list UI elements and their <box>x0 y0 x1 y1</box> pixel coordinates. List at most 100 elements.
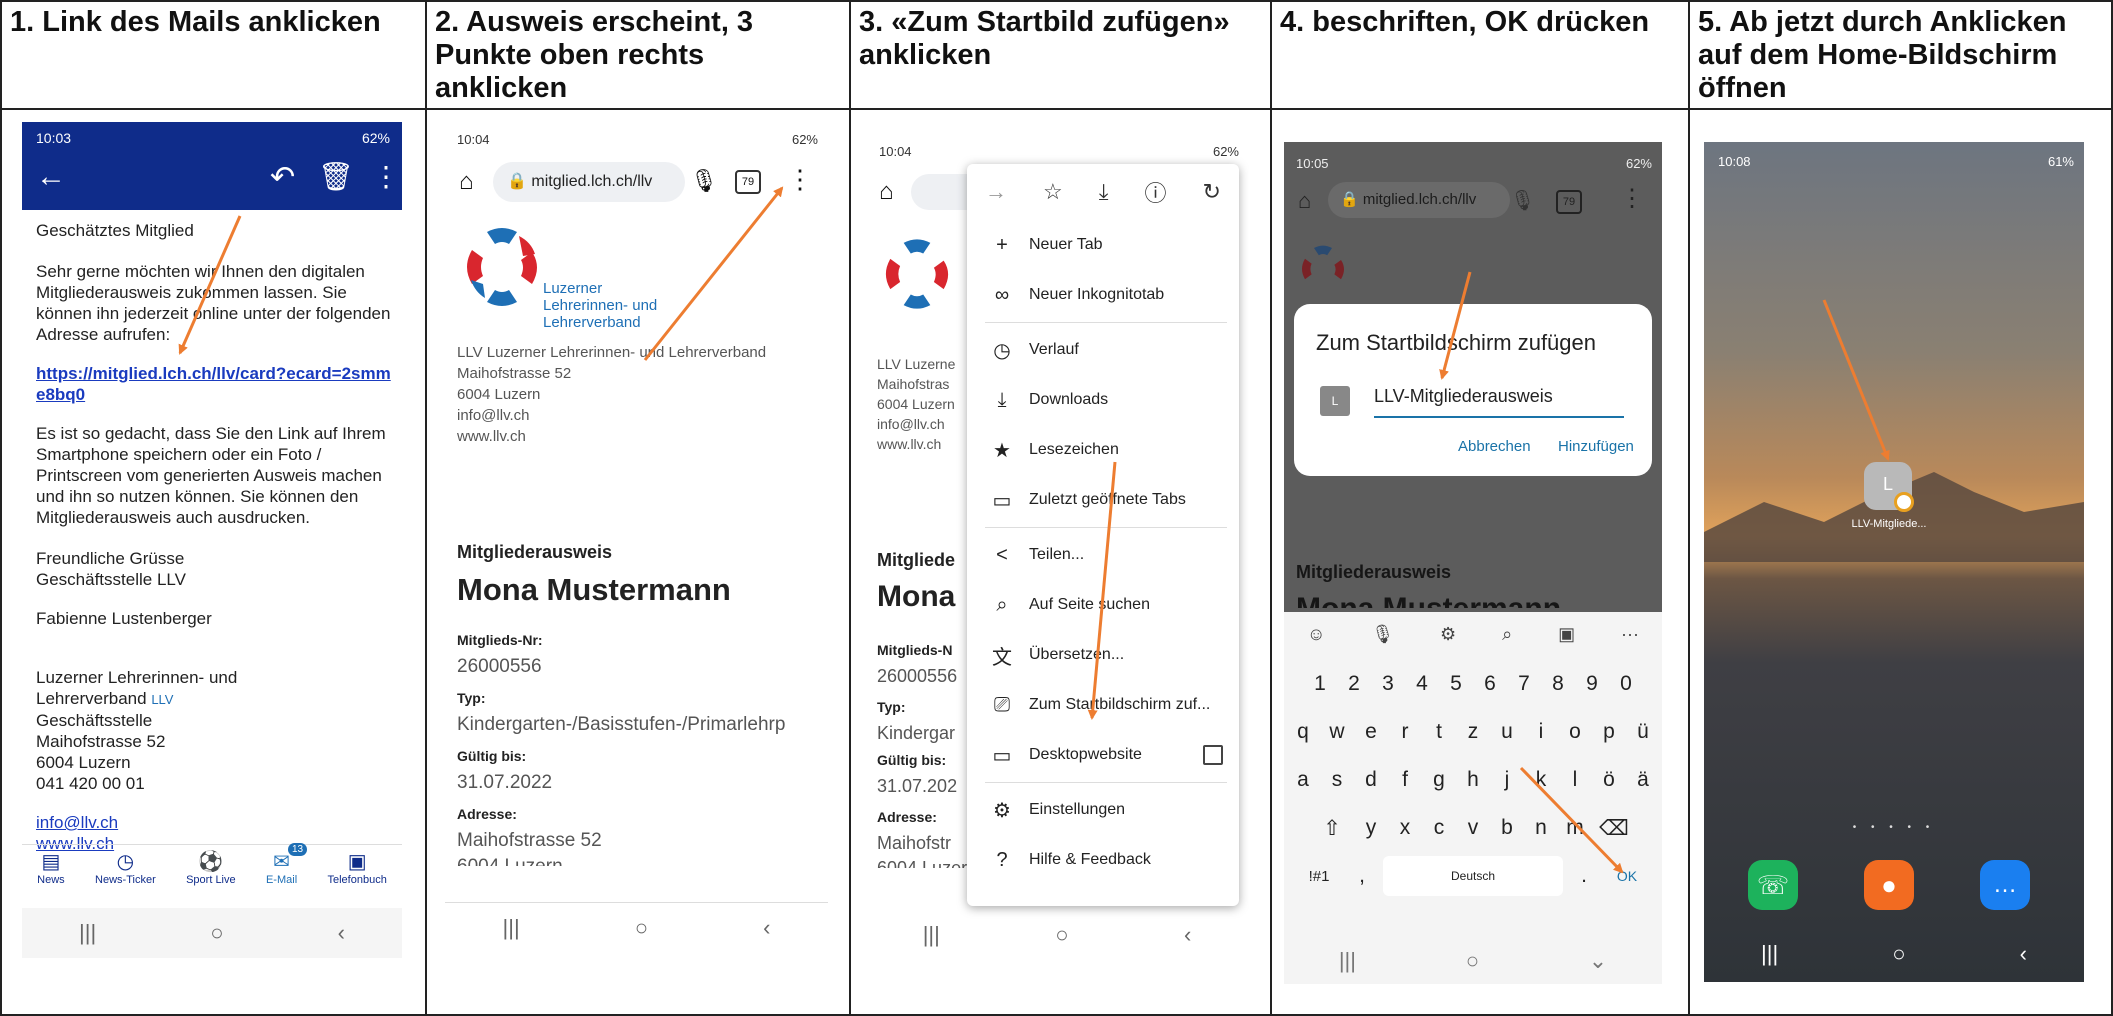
keyboard-key[interactable]: u <box>1492 712 1522 752</box>
recents-icon[interactable]: ||| <box>503 915 520 941</box>
keyboard-key[interactable]: l <box>1560 760 1590 800</box>
keyboard-key[interactable]: ä <box>1628 760 1658 800</box>
home-icon[interactable]: ○ <box>210 920 223 946</box>
tab-count-icon[interactable]: 79 <box>735 170 761 194</box>
recents-icon[interactable]: ||| <box>923 922 940 948</box>
keyboard-key[interactable]: t <box>1424 712 1454 752</box>
desktop-checkbox[interactable] <box>1203 745 1223 765</box>
menu-item-find[interactable]: ⌕ Auf Seite suchen <box>985 580 1239 630</box>
keyboard-key[interactable]: y <box>1356 808 1386 848</box>
menu-item-add-to-home[interactable]: ⎚ Zum Startbildschirm zuf... <box>985 680 1239 730</box>
info-icon[interactable]: ⓘ <box>1145 176 1167 208</box>
mic-icon[interactable]: 🎙 <box>690 168 718 194</box>
home-icon[interactable]: ⌂ <box>879 178 894 206</box>
cancel-button[interactable]: Abbrechen <box>1458 438 1531 455</box>
menu-item-translate[interactable]: 文 Übersetzen... <box>985 630 1239 680</box>
keyboard-key[interactable]: 3 <box>1373 664 1403 704</box>
back-icon[interactable]: ‹ <box>763 915 770 941</box>
clipboard-icon[interactable]: ▣ <box>1558 624 1575 645</box>
hide-keyboard-icon[interactable]: ⌄ <box>1589 948 1607 974</box>
keyboard-key[interactable]: c <box>1424 808 1454 848</box>
mic-icon[interactable]: 🎙 <box>1510 188 1535 213</box>
keyboard-key[interactable]: x <box>1390 808 1420 848</box>
shift-key-icon[interactable]: ⇧ <box>1312 808 1352 848</box>
tab-count-icon[interactable]: 79 <box>1556 190 1582 214</box>
keyboard-key[interactable]: m <box>1560 808 1590 848</box>
keyboard-key[interactable]: n <box>1526 808 1556 848</box>
backspace-key-icon[interactable]: ⌫ <box>1594 808 1634 848</box>
mail-email-link[interactable]: info@llv.ch <box>36 812 392 833</box>
keyboard-key[interactable]: ö <box>1594 760 1624 800</box>
more-vert-icon[interactable]: ⋮ <box>787 164 813 195</box>
menu-item-desktop-site[interactable]: ▭ Desktopwebsite <box>985 730 1239 780</box>
emoji-icon[interactable]: ☺ <box>1307 624 1325 645</box>
home-icon[interactable]: ○ <box>1466 948 1479 974</box>
keyboard-key[interactable]: r <box>1390 712 1420 752</box>
keyboard-key[interactable]: o <box>1560 712 1590 752</box>
tab-sport-live[interactable]: ⚽ Sport Live <box>186 849 236 905</box>
keyboard-key[interactable]: z <box>1458 712 1488 752</box>
keyboard-key[interactable]: w <box>1322 712 1352 752</box>
trash-icon[interactable]: 🗑 <box>318 160 354 193</box>
menu-item-settings[interactable]: ⚙ Einstellungen <box>985 785 1239 835</box>
more-icon[interactable]: ··· <box>1621 624 1639 645</box>
keyboard-key[interactable]: 6 <box>1475 664 1505 704</box>
keyboard-key[interactable]: 0 <box>1611 664 1641 704</box>
keyboard-key[interactable]: q <box>1288 712 1318 752</box>
url-bar[interactable]: 🔒 mitglied.lch.ch/llv <box>493 162 685 202</box>
menu-item-incognito[interactable]: ∞ Neuer Inkognitotab <box>985 270 1239 320</box>
home-icon[interactable]: ⌂ <box>459 168 474 196</box>
recents-icon[interactable]: ||| <box>1761 941 1778 967</box>
keyboard-key[interactable]: e <box>1356 712 1386 752</box>
download-icon[interactable]: ⤓ <box>1099 179 1109 205</box>
refresh-icon[interactable]: ↻ <box>1203 179 1221 205</box>
keyboard-key[interactable]: g <box>1424 760 1454 800</box>
space-key[interactable]: Deutsch <box>1383 856 1563 896</box>
tab-phonebook[interactable]: ▣ Telefonbuch <box>327 849 386 905</box>
menu-item-bookmarks[interactable]: ★ Lesezeichen <box>985 425 1239 475</box>
search-icon[interactable]: ⌕ <box>1502 624 1512 645</box>
add-button[interactable]: Hinzufügen <box>1558 438 1634 455</box>
tab-news[interactable]: ▤ News <box>37 849 65 905</box>
keyboard-key[interactable]: v <box>1458 808 1488 848</box>
menu-item-help[interactable]: ? Hilfe & Feedback <box>985 835 1239 885</box>
keyboard-key[interactable]: a <box>1288 760 1318 800</box>
settings-icon[interactable]: ⚙ <box>1440 624 1456 645</box>
back-icon[interactable]: ‹ <box>2020 941 2027 967</box>
home-icon[interactable]: ○ <box>1055 922 1068 948</box>
menu-item-recent-tabs[interactable]: ▭ Zuletzt geöffnete Tabs <box>985 475 1239 525</box>
keyboard-key[interactable]: 2 <box>1339 664 1369 704</box>
keyboard-key[interactable]: 1 <box>1305 664 1335 704</box>
recents-icon[interactable]: ||| <box>79 920 96 946</box>
contacts-app-icon[interactable]: ● <box>1864 860 1914 910</box>
keyboard-key[interactable]: 4 <box>1407 664 1437 704</box>
more-vert-icon[interactable]: ⋮ <box>372 160 400 193</box>
recents-icon[interactable]: ||| <box>1339 948 1356 974</box>
keyboard-key[interactable]: h <box>1458 760 1488 800</box>
mic-icon[interactable]: 🎙 <box>1371 624 1394 645</box>
keyboard-key[interactable]: 5 <box>1441 664 1471 704</box>
mail-link[interactable]: https://mitglied.lch.ch/llv/card?ecard=2… <box>36 363 392 405</box>
keyboard-key[interactable]: j <box>1492 760 1522 800</box>
ok-key[interactable]: OK <box>1605 856 1649 896</box>
more-vert-icon[interactable]: ⋮ <box>1620 184 1644 213</box>
menu-item-share[interactable]: < Teilen... <box>985 530 1239 580</box>
keyboard-key[interactable]: f <box>1390 760 1420 800</box>
shortcut-name-input[interactable]: LLV-Mitgliederausweis <box>1374 386 1624 418</box>
tab-email[interactable]: ✉ 13 E-Mail <box>266 843 308 905</box>
star-icon[interactable]: ☆ <box>1043 179 1063 205</box>
keyboard-key[interactable]: 9 <box>1577 664 1607 704</box>
symbols-key[interactable]: !#1 <box>1297 856 1341 896</box>
menu-item-history[interactable]: ◷ Verlauf <box>985 325 1239 375</box>
tab-news-ticker[interactable]: ◷ News-Ticker <box>95 849 156 905</box>
keyboard-key[interactable]: ü <box>1628 712 1658 752</box>
menu-item-downloads[interactable]: ⤓ Downloads <box>985 375 1239 425</box>
keyboard-key[interactable]: b <box>1492 808 1522 848</box>
keyboard-key[interactable]: d <box>1356 760 1386 800</box>
home-icon[interactable]: ⌂ <box>1298 188 1311 214</box>
menu-item-new-tab[interactable]: + Neuer Tab <box>985 220 1239 270</box>
comma-key[interactable]: , <box>1347 856 1377 896</box>
reply-icon[interactable]: ↶ <box>270 160 295 195</box>
home-icon[interactable]: ○ <box>635 915 648 941</box>
keyboard-key[interactable]: i <box>1526 712 1556 752</box>
